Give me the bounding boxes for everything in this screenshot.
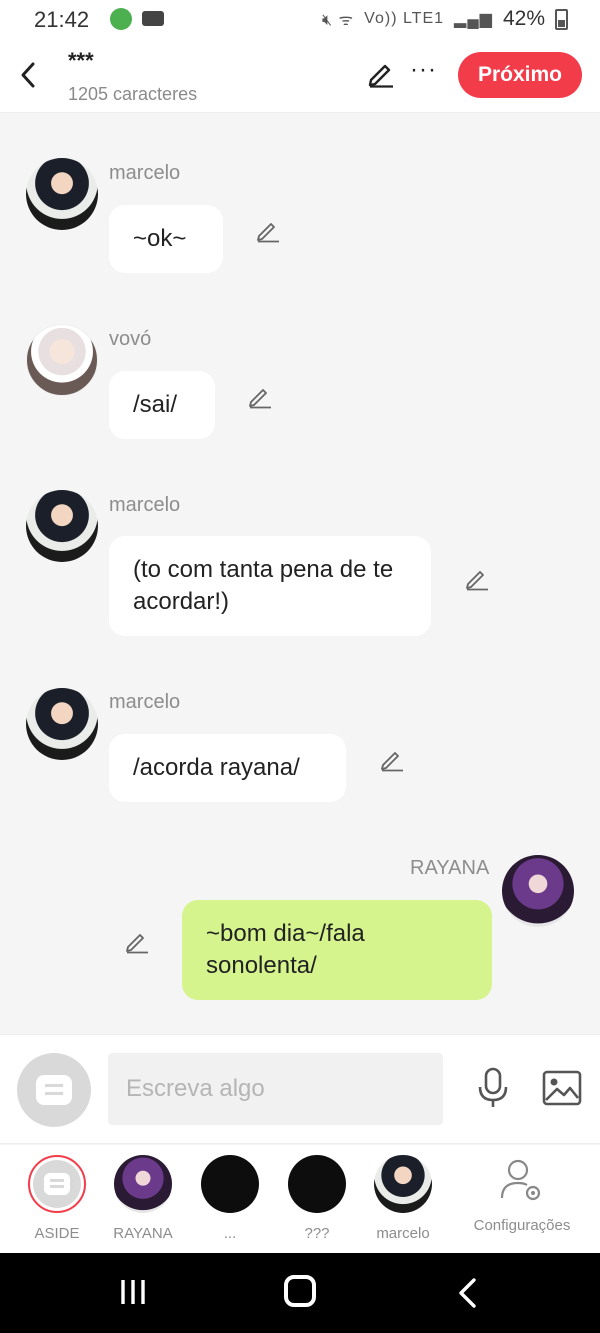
image-icon[interactable] bbox=[542, 1070, 582, 1106]
marcelo-avatar bbox=[374, 1155, 432, 1213]
edit-message-icon[interactable] bbox=[379, 746, 405, 772]
message-bubble[interactable]: /sai/ bbox=[109, 371, 215, 439]
status-bar: 21:42 🔇︎ ᯤ Vo)) LTE1 ▂▄▆ 42% bbox=[0, 0, 600, 38]
edit-message-icon[interactable] bbox=[255, 217, 281, 243]
back-button[interactable] bbox=[14, 58, 42, 92]
sender-name: marcelo bbox=[109, 494, 181, 516]
role-aside[interactable]: ASIDE bbox=[17, 1155, 97, 1242]
battery-percent: 42% bbox=[502, 7, 545, 30]
black-avatar bbox=[201, 1155, 259, 1213]
chat-type-button[interactable] bbox=[17, 1053, 91, 1127]
role-unknown[interactable]: ??? bbox=[277, 1155, 357, 1242]
chat-bubble-icon bbox=[36, 1075, 72, 1105]
rayana-avatar[interactable] bbox=[502, 855, 574, 927]
vovo-avatar[interactable] bbox=[26, 324, 98, 396]
role-label: Configurações bbox=[473, 1217, 571, 1234]
signal-icon: 🔇︎ ᯤ bbox=[322, 12, 355, 29]
role-marcelo[interactable]: marcelo bbox=[363, 1155, 443, 1242]
sender-name: vovó bbox=[109, 328, 152, 350]
edit-icon[interactable] bbox=[366, 58, 396, 88]
system-nav-bar bbox=[0, 1253, 600, 1333]
user-settings-icon bbox=[500, 1159, 541, 1201]
role-label: ASIDE bbox=[34, 1225, 80, 1242]
more-options-icon[interactable]: ··· bbox=[410, 56, 437, 84]
role-label: ??? bbox=[304, 1225, 330, 1242]
role-label: RAYANA bbox=[113, 1225, 173, 1242]
black-avatar bbox=[288, 1155, 346, 1213]
composer: Escreva algo bbox=[0, 1034, 600, 1144]
role-label: ... bbox=[223, 1225, 237, 1242]
message-bubble[interactable]: (to com tanta pena de te acordar!) bbox=[109, 536, 431, 636]
chat-bubble-icon bbox=[44, 1173, 70, 1195]
role-label: marcelo bbox=[376, 1225, 430, 1242]
network-label: Vo)) LTE1 bbox=[364, 10, 445, 27]
page-title: *** bbox=[68, 48, 94, 73]
message-bubble[interactable]: ~ok~ bbox=[109, 205, 223, 273]
role-rayana[interactable]: RAYANA bbox=[103, 1155, 183, 1242]
role-settings[interactable]: Configurações bbox=[466, 1155, 578, 1234]
app-notification-icon bbox=[110, 8, 132, 30]
sender-name: marcelo bbox=[109, 162, 181, 184]
edit-message-icon[interactable] bbox=[464, 565, 490, 591]
home-icon[interactable] bbox=[284, 1275, 316, 1307]
edit-message-icon[interactable] bbox=[247, 383, 273, 409]
rayana-avatar bbox=[114, 1155, 172, 1213]
message-input[interactable]: Escreva algo bbox=[108, 1053, 443, 1125]
my-message-bubble[interactable]: ~bom dia~/fala sonolenta/ bbox=[182, 900, 492, 1000]
sender-name: RAYANA bbox=[410, 857, 490, 879]
next-button[interactable]: Próximo bbox=[458, 52, 582, 98]
system-back-icon[interactable] bbox=[456, 1277, 480, 1309]
edit-message-icon[interactable] bbox=[124, 928, 150, 954]
sender-name: marcelo bbox=[109, 691, 181, 713]
message-bubble[interactable]: /acorda rayana/ bbox=[109, 734, 346, 802]
recent-apps-icon[interactable] bbox=[118, 1277, 148, 1307]
marcelo-avatar[interactable] bbox=[26, 688, 98, 760]
aside-icon bbox=[28, 1155, 86, 1213]
cell-signal-icon: ▂▄▆ bbox=[454, 11, 493, 28]
status-time: 21:42 bbox=[34, 7, 90, 32]
camera-notification-icon bbox=[142, 11, 164, 26]
microphone-icon[interactable] bbox=[476, 1067, 510, 1109]
marcelo-avatar[interactable] bbox=[26, 158, 98, 230]
role-bar: ASIDE RAYANA ... ??? marcelo Configuraçõ… bbox=[0, 1145, 600, 1253]
marcelo-avatar[interactable] bbox=[26, 490, 98, 562]
character-count: 1205 caracteres bbox=[68, 84, 198, 104]
header: *** 1205 caracteres ··· Próximo bbox=[0, 38, 600, 113]
battery-icon bbox=[555, 8, 568, 30]
role-ellipsis[interactable]: ... bbox=[190, 1155, 270, 1242]
